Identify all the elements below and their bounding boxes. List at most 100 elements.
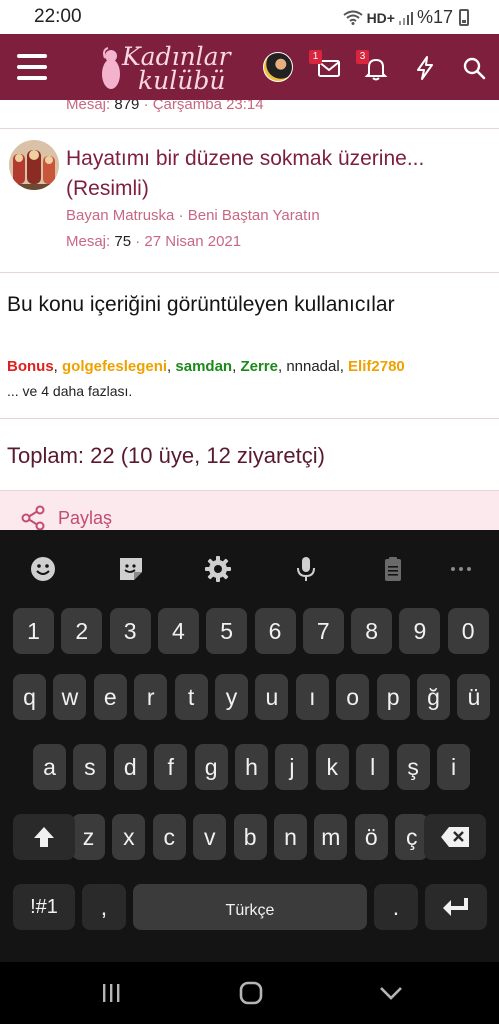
key-j[interactable]: j [275,744,309,790]
viewer-username[interactable]: nnnadal [286,358,339,375]
key-r[interactable]: r [134,674,168,720]
space-key-label: Türkçe [225,902,275,919]
share-button[interactable]: Paylaş [0,490,499,530]
key-5[interactable]: 5 [206,608,248,654]
key-u[interactable]: u [255,674,289,720]
viewer-username[interactable]: Bonus [7,358,54,375]
key-x[interactable]: x [112,814,146,860]
key-ğ[interactable]: ğ [417,674,450,720]
online-totals: Toplam: 22 (10 üye, 12 ziyaretçi) [7,443,325,468]
site-logo[interactable]: Kadınlar kulübü [100,40,240,95]
thread-author[interactable]: Bayan Matruska [66,207,174,224]
notifications-badge: 3 [356,50,369,64]
key-7[interactable]: 7 [302,608,344,654]
user-avatar[interactable] [263,52,293,82]
enter-key[interactable] [425,884,487,930]
system-nav-bar [0,962,499,1024]
thread-author-forum: Bayan Matruska · Beni Baştan Yaratın [66,207,320,224]
key-h[interactable]: h [235,744,268,790]
on-screen-keyboard: 1234567890 qwertyuıopğü asdfghjklşi zxcvbnm… [0,530,499,962]
thread-item[interactable]: Hayatımı bir düzene sokmak üzerine... (R… [0,128,499,266]
key-4[interactable]: 4 [157,608,199,654]
key-o[interactable]: o [336,674,370,720]
viewers-title: Bu konu içeriğini görüntüleyen kullanıcı… [7,293,395,316]
viewer-username[interactable]: samdan [175,358,232,375]
key-ö[interactable]: ö [354,814,388,860]
key-6[interactable]: 6 [254,608,296,654]
thread-title[interactable]: Hayatımı bir düzene sokmak üzerine... (R… [66,144,486,204]
reply-count: 75 [114,233,132,250]
key-2[interactable]: 2 [61,608,103,654]
key-w[interactable]: w [53,674,87,720]
messages-badge: 1 [309,50,322,64]
key-y[interactable]: y [215,674,248,720]
key-b[interactable]: b [233,814,267,860]
microphone-icon[interactable] [291,554,321,584]
list-separator: , [339,358,349,375]
key-1[interactable]: 1 [13,608,54,654]
share-label: Paylaş [58,508,113,528]
signal-icon [398,11,413,25]
status-indicators: HD+ %17 [342,7,469,28]
key-9[interactable]: 9 [399,608,441,654]
sticker-icon[interactable] [116,554,146,584]
key-0[interactable]: 0 [447,608,489,654]
settings-gear-icon[interactable] [203,554,233,584]
key-l[interactable]: l [356,744,390,790]
key-p[interactable]: p [376,674,410,720]
battery-percent: %17 [416,7,453,27]
shift-key[interactable] [13,814,75,860]
thread-thumbnail[interactable] [9,140,59,190]
viewers-section: Bu konu içeriğini görüntüleyen kullanıcı… [0,272,499,408]
key-z[interactable]: z [72,814,105,860]
key-e[interactable]: e [93,674,127,720]
battery-icon [459,9,469,26]
space-key[interactable]: Türkçe [133,884,367,930]
key-d[interactable]: d [113,744,147,790]
reply-count: 879 [114,100,140,113]
home-icon[interactable] [236,978,266,1008]
key-8[interactable]: 8 [351,608,393,654]
search-icon[interactable] [460,54,488,82]
key-m[interactable]: m [314,814,348,860]
backspace-key[interactable] [424,814,486,860]
meta-label: Mesaj: [66,233,111,250]
key-ü[interactable]: ü [457,674,491,720]
key-k[interactable]: k [315,744,349,790]
key-i[interactable]: i [437,744,470,790]
page-content: Mesaj: 879 · Çarşamba 23:14 Hayatımı bir… [0,100,499,530]
key-q[interactable]: q [13,674,46,720]
key-n[interactable]: n [274,814,307,860]
viewer-username[interactable]: Zerre [240,358,278,375]
key-3[interactable]: 3 [109,608,151,654]
thread-forum[interactable]: · Beni Baştan Yaratın [179,207,320,224]
clipboard-icon[interactable] [378,554,408,584]
key-a[interactable]: a [33,744,66,790]
thread-date[interactable]: · 27 Nisan 2021 [135,233,241,250]
period-key[interactable]: . [374,884,418,930]
more-viewers: ... ve 4 daha fazlası. [7,383,133,399]
key-ş[interactable]: ş [396,744,430,790]
key-f[interactable]: f [154,744,188,790]
recent-apps-icon[interactable] [96,978,126,1008]
viewer-username[interactable]: Elif2780 [348,358,405,375]
key-g[interactable]: g [194,744,228,790]
key-v[interactable]: v [193,814,227,860]
back-chevron-icon[interactable] [376,978,406,1008]
key-t[interactable]: t [174,674,208,720]
menu-icon[interactable] [17,54,47,80]
viewer-username[interactable]: golgefeslegeni [62,358,167,375]
key-s[interactable]: s [73,744,107,790]
emoji-icon[interactable] [28,554,58,584]
lightning-icon[interactable] [411,54,439,82]
key-c[interactable]: c [152,814,186,860]
meta-label: Mesaj: [66,100,111,113]
meta-date[interactable]: · Çarşamba 23:14 [144,100,264,113]
share-icon [21,505,45,530]
list-separator: , [53,358,63,375]
symbols-key[interactable]: !#1 [13,884,75,930]
key-ı[interactable]: ı [295,674,329,720]
app-header: Kadınlar kulübü 1 3 [0,34,499,100]
more-options-icon[interactable] [446,554,476,584]
comma-key[interactable]: , [82,884,126,930]
